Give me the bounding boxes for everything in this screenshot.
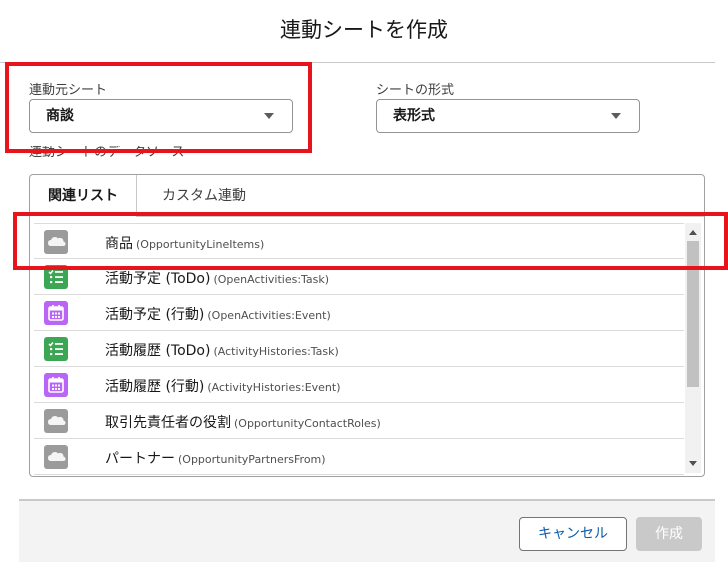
dialog-footer: キャンセル 作成 <box>19 499 715 562</box>
task-checklist-icon <box>44 265 68 289</box>
list-item-name: 商品 <box>105 236 133 252</box>
salesforce-cloud-icon <box>44 409 68 433</box>
list-item-api-name: (OpenActivities:Event) <box>207 309 331 322</box>
list-item-name: パートナー <box>105 451 175 467</box>
tab-bar-divider <box>136 216 704 217</box>
tab-related-list[interactable]: 関連リスト <box>30 175 137 217</box>
list-item[interactable]: 商品 (OpportunityLineItems) <box>34 223 684 259</box>
list-item-label: パートナー (OpportunityPartnersFrom) <box>105 448 326 468</box>
list-item[interactable]: 活動履歴 (ToDo) (ActivityHistories:Task) <box>34 331 684 367</box>
list-item-label: 活動履歴 (ToDo) (ActivityHistories:Task) <box>105 340 339 360</box>
list-item-label: 活動履歴 (行動) (ActivityHistories:Event) <box>105 376 341 396</box>
list-item-label: 活動予定 (行動) (OpenActivities:Event) <box>105 304 331 324</box>
list-item-api-name: (OpportunityContactRoles) <box>234 417 381 430</box>
source-sheet-label: 連動元シート <box>29 83 108 98</box>
list-item-name: 活動予定 (ToDo) <box>105 271 211 287</box>
list-item[interactable]: パートナー (OpportunityPartnersFrom) <box>34 439 684 475</box>
salesforce-cloud-icon <box>44 445 68 469</box>
list-item-name: 活動予定 (行動) <box>105 307 205 323</box>
chevron-down-icon <box>264 113 274 119</box>
sheet-format-value: 表形式 <box>393 108 435 124</box>
title-divider <box>0 62 715 63</box>
list-item-label: 取引先責任者の役割 (OpportunityContactRoles) <box>105 412 381 432</box>
salesforce-cloud-icon <box>44 230 68 254</box>
dialog-title: 連動シートを作成 <box>280 18 448 42</box>
source-sheet-select[interactable]: 商談 <box>29 99 293 133</box>
tab-custom-link[interactable]: カスタム連動 <box>136 175 272 217</box>
scrollbar-thumb[interactable] <box>687 241 699 387</box>
list-item-api-name: (ActivityHistories:Task) <box>213 345 339 358</box>
datasource-panel: 関連リスト カスタム連動 商品 (OpportunityLineItems) 活動予… <box>29 174 705 477</box>
list-item[interactable]: 取引先責任者の役割 (OpportunityContactRoles) <box>34 403 684 439</box>
list-item[interactable]: 活動予定 (行動) (OpenActivities:Event) <box>34 295 684 331</box>
list-item-name: 取引先責任者の役割 <box>105 415 231 431</box>
source-sheet-value: 商談 <box>46 108 74 124</box>
list-item-name: 活動履歴 (ToDo) <box>105 343 211 359</box>
list-item-api-name: (ActivityHistories:Event) <box>207 381 341 394</box>
list-item-api-name: (OpenActivities:Task) <box>213 273 330 286</box>
task-checklist-icon <box>44 337 68 361</box>
cancel-button[interactable]: キャンセル <box>519 517 627 551</box>
sheet-format-label: シートの形式 <box>376 83 455 98</box>
list-item[interactable]: 活動履歴 (行動) (ActivityHistories:Event) <box>34 367 684 403</box>
event-calendar-icon <box>44 301 68 325</box>
scroll-up-arrow-icon[interactable] <box>689 230 697 235</box>
list-item-name: 活動履歴 (行動) <box>105 379 205 395</box>
create-button[interactable]: 作成 <box>636 517 702 551</box>
chevron-down-icon <box>611 113 621 119</box>
list-scrollbar[interactable] <box>685 223 701 473</box>
datasource-label: 連動シートのデータソース <box>29 146 185 159</box>
related-list: 商品 (OpportunityLineItems) 活動予定 (ToDo) (Open… <box>34 223 684 475</box>
sheet-format-select[interactable]: 表形式 <box>376 99 640 133</box>
tab-bar: 関連リスト カスタム連動 <box>30 175 704 217</box>
list-item-api-name: (OpportunityPartnersFrom) <box>178 453 326 466</box>
list-item[interactable]: 活動予定 (ToDo) (OpenActivities:Task) <box>34 259 684 295</box>
event-calendar-icon <box>44 373 68 397</box>
list-item-label: 商品 (OpportunityLineItems) <box>105 233 264 253</box>
list-item-api-name: (OpportunityLineItems) <box>136 238 265 251</box>
scroll-down-arrow-icon[interactable] <box>689 461 697 466</box>
list-item-label: 活動予定 (ToDo) (OpenActivities:Task) <box>105 268 329 288</box>
